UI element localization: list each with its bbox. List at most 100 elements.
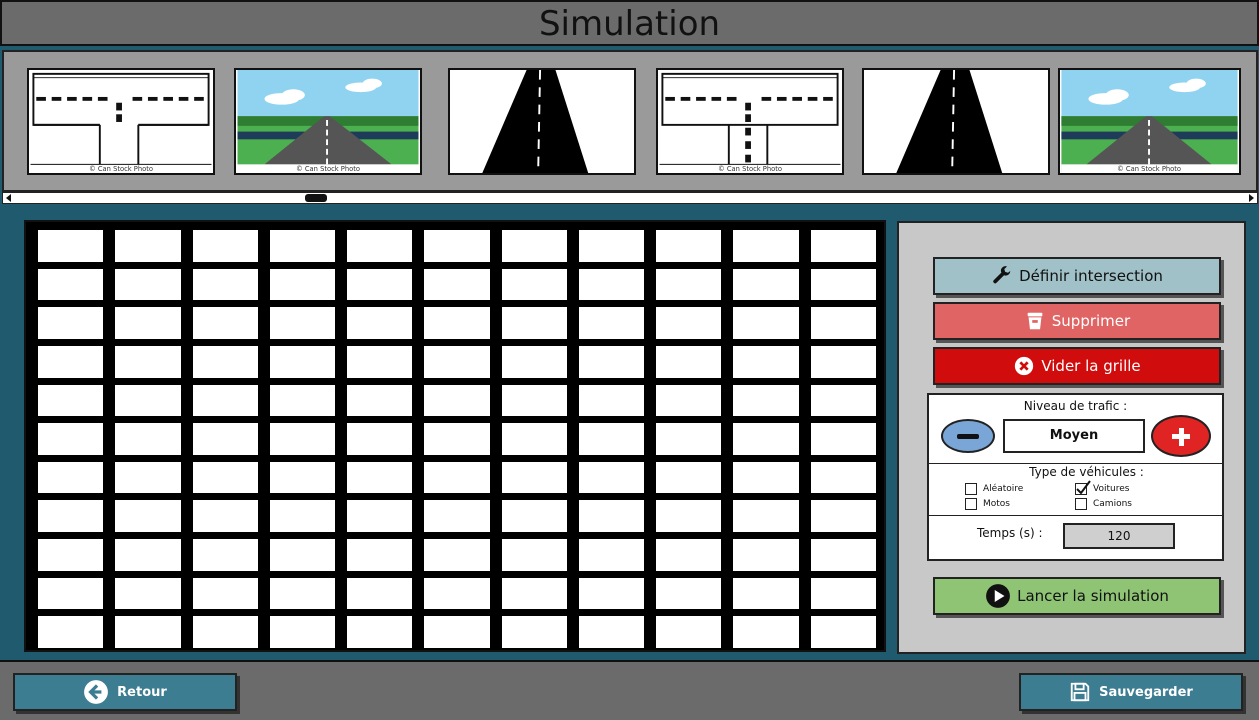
grid-cell[interactable] xyxy=(656,500,722,533)
grid-cell[interactable] xyxy=(810,423,876,455)
grid-cell[interactable] xyxy=(810,384,876,417)
grid-cell[interactable] xyxy=(269,423,336,455)
grid-cell[interactable] xyxy=(192,384,258,417)
grid-cell[interactable] xyxy=(347,461,413,494)
grid-cell[interactable] xyxy=(733,423,799,455)
define-intersection-button[interactable]: Définir intersection xyxy=(933,257,1221,295)
checkbox-voitures[interactable]: Voitures xyxy=(1075,480,1129,495)
grid-cell[interactable] xyxy=(115,384,181,417)
grid-cell[interactable] xyxy=(38,461,104,494)
checkbox-box[interactable] xyxy=(965,483,977,495)
save-button[interactable]: Sauvegarder xyxy=(1019,673,1243,711)
grid-cell[interactable] xyxy=(501,500,567,533)
grid-cell[interactable] xyxy=(733,230,799,262)
grid-cell[interactable] xyxy=(424,345,490,378)
grid-cell[interactable] xyxy=(192,500,258,533)
grid-cell[interactable] xyxy=(733,268,799,301)
back-button[interactable]: Retour xyxy=(13,673,237,711)
grid-cell[interactable] xyxy=(810,616,876,648)
grid-cell[interactable] xyxy=(347,500,413,533)
grid-cell[interactable] xyxy=(578,230,645,262)
grid-cell[interactable] xyxy=(38,577,104,610)
grid-cell[interactable] xyxy=(501,307,567,339)
grid-cell[interactable] xyxy=(424,384,490,417)
grid-cell[interactable] xyxy=(115,461,181,494)
grid-cell[interactable] xyxy=(269,268,336,301)
grid-cell[interactable] xyxy=(424,577,490,610)
grid-cell[interactable] xyxy=(810,307,876,339)
grid-cell[interactable] xyxy=(424,230,490,262)
delete-button[interactable]: Supprimer xyxy=(933,302,1221,340)
grid-cell[interactable] xyxy=(424,539,490,571)
grid-cell[interactable] xyxy=(656,539,722,571)
grid-cell[interactable] xyxy=(192,423,258,455)
thumbnail-straight-road[interactable] xyxy=(448,68,636,175)
grid-cell[interactable] xyxy=(347,577,413,610)
grid-cell[interactable] xyxy=(269,345,336,378)
grid-cell[interactable] xyxy=(192,577,258,610)
grid-cell[interactable] xyxy=(115,577,181,610)
grid-cell[interactable] xyxy=(38,500,104,533)
thumbnail-landscape-road[interactable]: © Can Stock Photo xyxy=(1058,68,1241,175)
grid-cell[interactable] xyxy=(578,307,645,339)
grid-cell[interactable] xyxy=(115,307,181,339)
grid-cell[interactable] xyxy=(733,577,799,610)
grid-cell[interactable] xyxy=(810,577,876,610)
grid-cell[interactable] xyxy=(38,384,104,417)
grid-cell[interactable] xyxy=(115,423,181,455)
grid-cell[interactable] xyxy=(578,268,645,301)
grid-cell[interactable] xyxy=(192,230,258,262)
time-input[interactable]: 120 xyxy=(1063,523,1175,549)
decrease-traffic-button[interactable] xyxy=(941,419,995,453)
grid-cell[interactable] xyxy=(115,539,181,571)
grid-cell[interactable] xyxy=(38,268,104,301)
grid-cell[interactable] xyxy=(578,616,645,648)
grid-cell[interactable] xyxy=(269,461,336,494)
launch-simulation-button[interactable]: Lancer la simulation xyxy=(933,577,1221,615)
grid-cell[interactable] xyxy=(38,230,104,262)
grid-cell[interactable] xyxy=(347,384,413,417)
grid-cell[interactable] xyxy=(115,230,181,262)
grid-cell[interactable] xyxy=(424,461,490,494)
grid-cell[interactable] xyxy=(733,307,799,339)
grid-cell[interactable] xyxy=(501,577,567,610)
grid-cell[interactable] xyxy=(347,423,413,455)
checkbox-box[interactable] xyxy=(965,498,977,510)
grid-cell[interactable] xyxy=(115,616,181,648)
increase-traffic-button[interactable] xyxy=(1151,415,1211,457)
grid-cell[interactable] xyxy=(347,616,413,648)
strip-scrollbar[interactable] xyxy=(2,192,1258,204)
grid-cell[interactable] xyxy=(269,307,336,339)
grid-cell[interactable] xyxy=(578,384,645,417)
grid-cell[interactable] xyxy=(656,307,722,339)
grid-cell[interactable] xyxy=(733,539,799,571)
grid-cell[interactable] xyxy=(38,423,104,455)
grid-cell[interactable] xyxy=(192,461,258,494)
grid-cell[interactable] xyxy=(501,268,567,301)
grid-cell[interactable] xyxy=(192,307,258,339)
grid-cell[interactable] xyxy=(347,345,413,378)
grid-cell[interactable] xyxy=(115,268,181,301)
grid-cell[interactable] xyxy=(578,461,645,494)
grid-cell[interactable] xyxy=(578,500,645,533)
scroll-right-icon[interactable] xyxy=(1246,193,1256,203)
grid-cell[interactable] xyxy=(810,500,876,533)
grid-cell[interactable] xyxy=(810,268,876,301)
grid-cell[interactable] xyxy=(269,384,336,417)
grid-cell[interactable] xyxy=(347,268,413,301)
scrollbar-thumb[interactable] xyxy=(305,194,328,202)
clear-grid-button[interactable]: Vider la grille xyxy=(933,347,1221,385)
grid-cell[interactable] xyxy=(192,268,258,301)
grid-cell[interactable] xyxy=(656,577,722,610)
grid-cell[interactable] xyxy=(578,539,645,571)
grid-cell[interactable] xyxy=(733,500,799,533)
grid-cell[interactable] xyxy=(38,616,104,648)
grid-cell[interactable] xyxy=(656,345,722,378)
grid-cell[interactable] xyxy=(501,230,567,262)
checkbox-box[interactable] xyxy=(1075,498,1087,510)
grid-cell[interactable] xyxy=(656,230,722,262)
grid-cell[interactable] xyxy=(656,616,722,648)
grid-cell[interactable] xyxy=(656,423,722,455)
grid-cell[interactable] xyxy=(192,539,258,571)
grid-cell[interactable] xyxy=(424,616,490,648)
